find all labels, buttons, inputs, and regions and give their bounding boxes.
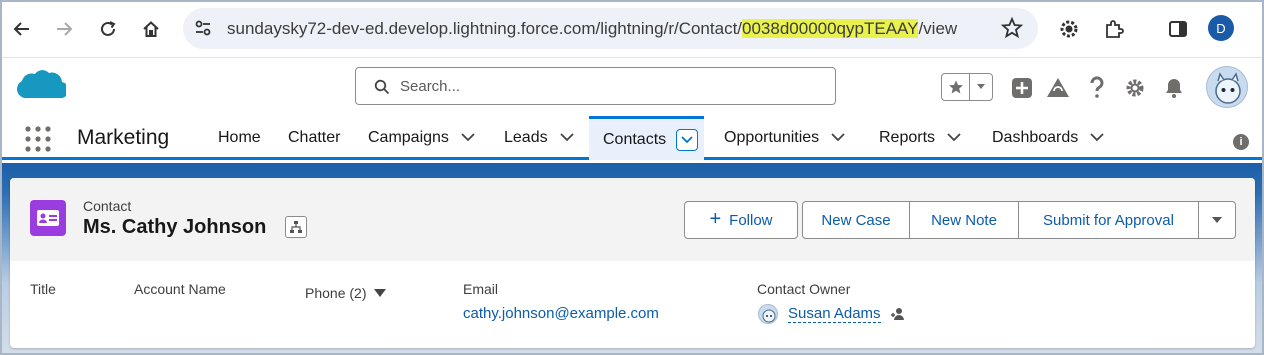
info-icon[interactable]: i bbox=[1233, 134, 1249, 150]
record-highlights-card: Contact Ms. Cathy Johnson + Follow New C… bbox=[10, 178, 1255, 348]
follow-button[interactable]: + Follow bbox=[684, 201, 798, 239]
chevron-down-icon[interactable] bbox=[461, 129, 475, 147]
home-icon[interactable] bbox=[137, 15, 165, 43]
favorites-button-group bbox=[941, 73, 993, 101]
bookmark-star-icon[interactable] bbox=[1000, 16, 1024, 45]
nav-tab-opportunities[interactable]: Opportunities bbox=[724, 116, 845, 160]
change-owner-icon[interactable] bbox=[890, 306, 906, 327]
caret-down-icon bbox=[374, 289, 387, 297]
extension-gear-icon[interactable] bbox=[1055, 15, 1083, 43]
url-prefix: sundaysky72-dev-ed.develop.lightning.for… bbox=[227, 19, 743, 38]
app-navigation-bar: Marketing Home Chatter Campaigns Leads C… bbox=[0, 116, 1264, 160]
back-arrow-icon[interactable] bbox=[8, 15, 36, 43]
chevron-down-icon[interactable] bbox=[1090, 129, 1104, 147]
submit-for-approval-button[interactable]: Submit for Approval bbox=[1018, 201, 1199, 239]
nav-tab-dashboards[interactable]: Dashboards bbox=[992, 116, 1104, 160]
new-case-button[interactable]: New Case bbox=[802, 201, 910, 239]
global-actions-plus-icon[interactable] bbox=[1010, 76, 1034, 100]
site-settings-icon[interactable] bbox=[193, 18, 213, 43]
salesforce-cloud-logo[interactable] bbox=[14, 68, 69, 109]
chevron-down-icon[interactable] bbox=[947, 129, 961, 147]
forward-arrow-icon[interactable] bbox=[50, 15, 78, 43]
notifications-bell-icon[interactable] bbox=[1162, 76, 1186, 100]
favorites-dropdown-icon[interactable] bbox=[970, 74, 992, 100]
app-name: Marketing bbox=[77, 126, 170, 149]
record-type-label: Contact bbox=[83, 198, 132, 214]
title-field-label: Title bbox=[30, 281, 56, 297]
search-icon bbox=[374, 79, 390, 100]
side-panel-icon[interactable] bbox=[1164, 15, 1192, 43]
nav-tab-label: Leads bbox=[504, 129, 548, 146]
record-header: Contact Ms. Cathy Johnson + Follow New C… bbox=[10, 178, 1255, 261]
more-actions-button[interactable] bbox=[1198, 201, 1236, 239]
help-question-icon[interactable] bbox=[1085, 76, 1109, 100]
nav-tab-home[interactable]: Home bbox=[218, 116, 261, 160]
browser-profile-avatar[interactable]: D bbox=[1208, 15, 1234, 41]
nav-tab-chatter[interactable]: Chatter bbox=[288, 116, 340, 160]
global-search-box[interactable] bbox=[355, 67, 836, 105]
nav-tab-label: Home bbox=[218, 129, 261, 146]
app-launcher-grid-icon[interactable] bbox=[24, 125, 52, 153]
chevron-down-icon[interactable] bbox=[831, 129, 845, 147]
email-field-label: Email bbox=[463, 281, 499, 297]
contact-record-icon bbox=[30, 200, 66, 236]
nav-tab-reports[interactable]: Reports bbox=[879, 116, 961, 160]
owner-avatar bbox=[758, 304, 778, 324]
email-link[interactable]: cathy.johnson@example.com bbox=[463, 305, 659, 322]
new-note-button[interactable]: New Note bbox=[909, 201, 1019, 239]
trailhead-guidance-icon[interactable] bbox=[1046, 76, 1070, 100]
nav-tab-label: Opportunities bbox=[724, 129, 820, 146]
nav-tab-label: Chatter bbox=[288, 129, 341, 146]
nav-tab-contacts[interactable]: Contacts bbox=[589, 116, 705, 160]
reload-icon[interactable] bbox=[94, 15, 122, 43]
record-title: Ms. Cathy Johnson bbox=[83, 216, 267, 238]
extensions-puzzle-icon[interactable] bbox=[1100, 15, 1128, 43]
phone-field-label: Phone (2) bbox=[305, 285, 367, 301]
url-text[interactable]: sundaysky72-dev-ed.develop.lightning.for… bbox=[227, 19, 957, 39]
nav-tab-leads[interactable]: Leads bbox=[504, 116, 574, 160]
address-bar[interactable]: sundaysky72-dev-ed.develop.lightning.for… bbox=[183, 8, 1038, 49]
account-name-field-label: Account Name bbox=[134, 281, 226, 297]
nav-tab-label: Dashboards bbox=[992, 129, 1079, 146]
favorites-star-icon[interactable] bbox=[942, 74, 970, 100]
chevron-down-icon[interactable] bbox=[676, 128, 699, 151]
search-input[interactable] bbox=[400, 76, 820, 96]
browser-toolbar: sundaysky72-dev-ed.develop.lightning.for… bbox=[0, 0, 1264, 58]
contact-owner-link[interactable]: Susan Adams bbox=[788, 305, 881, 323]
url-suffix: /view bbox=[918, 19, 958, 38]
view-hierarchy-icon[interactable] bbox=[285, 216, 307, 238]
url-record-id: 0038d00000qypTEAAY bbox=[742, 19, 919, 38]
phone-field-toggle[interactable]: Phone (2) bbox=[305, 285, 387, 301]
setup-gear-icon[interactable] bbox=[1123, 76, 1147, 100]
chevron-down-icon bbox=[1212, 217, 1222, 223]
contact-owner-field-label: Contact Owner bbox=[757, 281, 851, 297]
user-profile-avatar[interactable] bbox=[1206, 66, 1248, 108]
plus-icon: + bbox=[709, 208, 722, 230]
nav-tab-campaigns[interactable]: Campaigns bbox=[368, 116, 475, 160]
global-header bbox=[0, 58, 1264, 116]
chevron-down-icon[interactable] bbox=[559, 129, 574, 147]
nav-tab-label: Campaigns bbox=[368, 129, 449, 146]
follow-label: Follow bbox=[729, 211, 773, 229]
nav-tab-label: Reports bbox=[879, 129, 936, 146]
nav-tab-label: Contacts bbox=[603, 130, 667, 148]
